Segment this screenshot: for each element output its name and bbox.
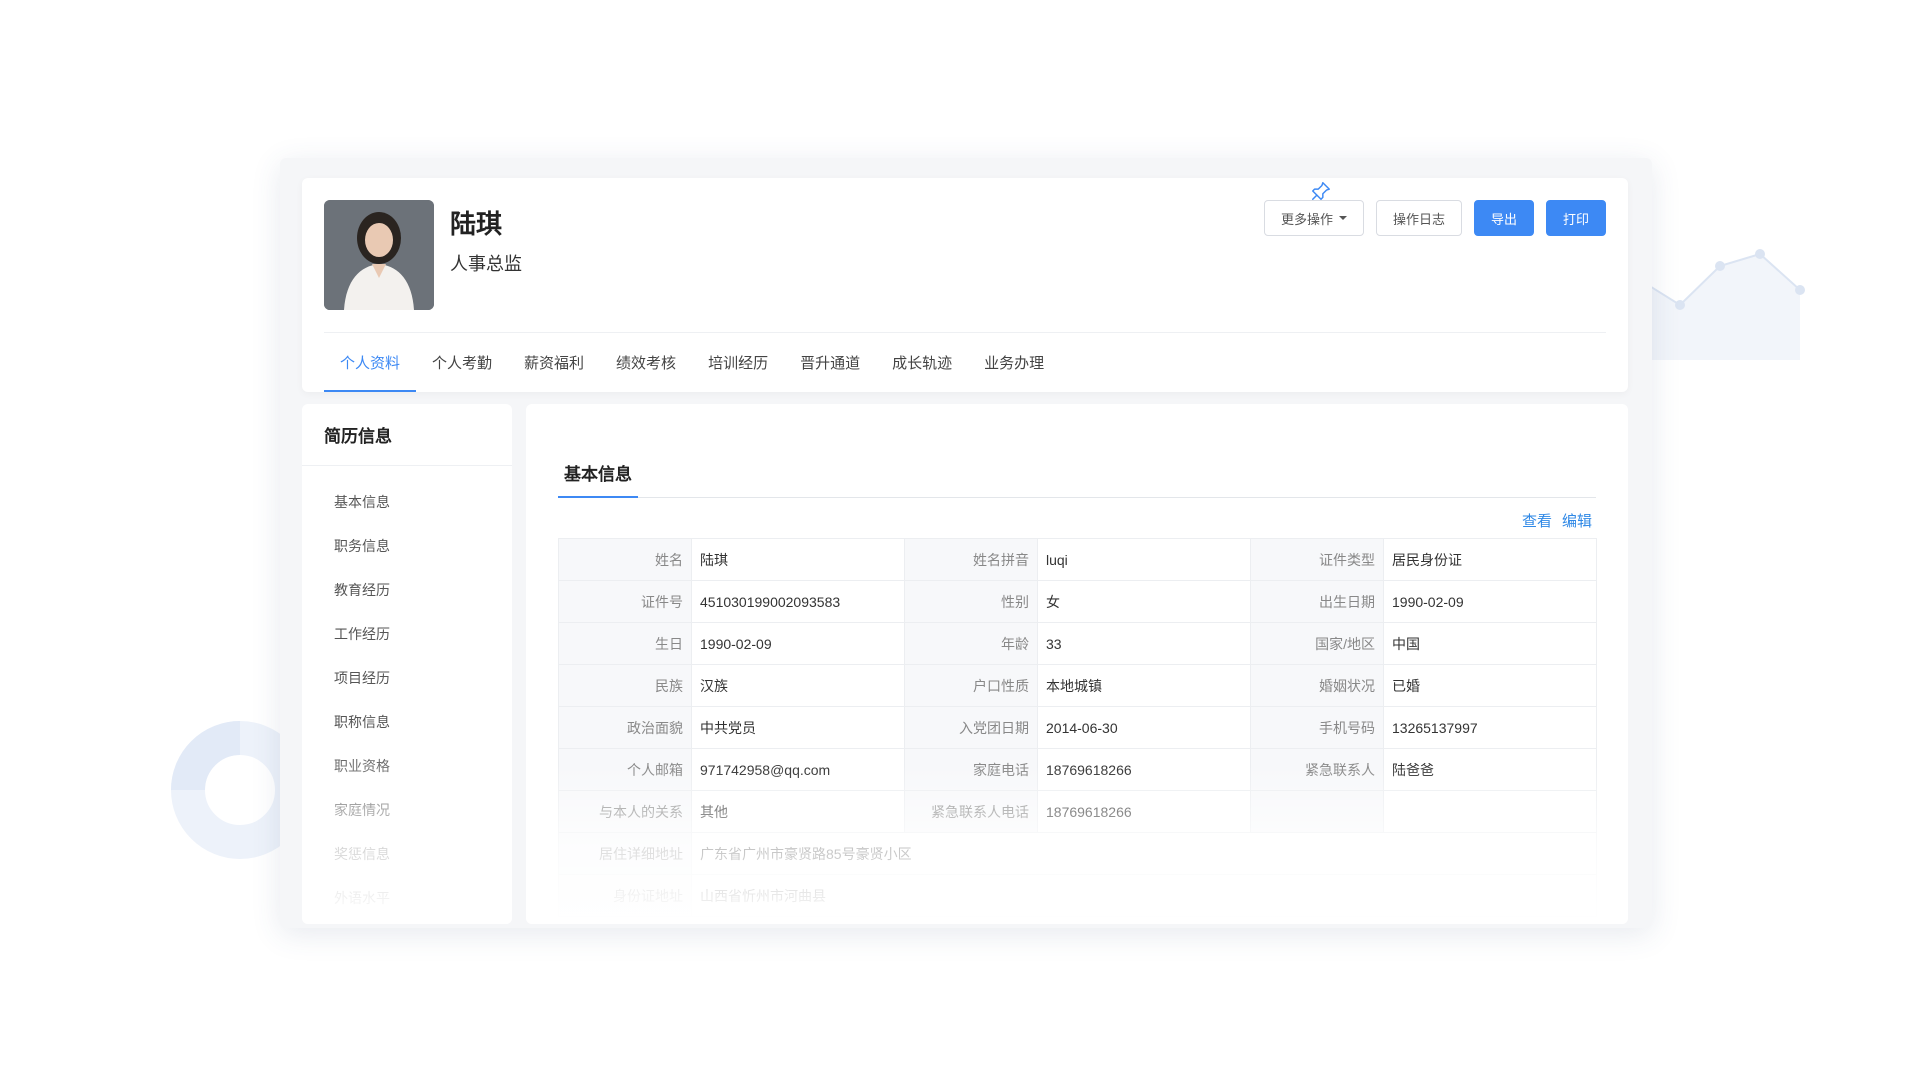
field-value: 中国 bbox=[1383, 622, 1597, 665]
sidebar-list: 基本信息 职务信息 教育经历 工作经历 项目经历 职称信息 职业资格 家庭情况 … bbox=[302, 466, 512, 920]
basic-info-table: 姓名 陆琪 姓名拼音 luqi 证件类型 居民身份证 证件号 4510301990020935… bbox=[558, 538, 1597, 917]
sidebar-item-qualification[interactable]: 职业资格 bbox=[302, 744, 512, 788]
field-value: 18769618266 bbox=[1037, 790, 1251, 833]
field-label: 证件号 bbox=[558, 580, 692, 623]
section-actions: 查看 编辑 bbox=[1522, 510, 1592, 531]
table-row: 身份证地址 山西省忻州市河曲县 bbox=[558, 874, 1597, 917]
field-label: 紧急联系人电话 bbox=[904, 790, 1038, 833]
sidebar-item-professional-title[interactable]: 职称信息 bbox=[302, 700, 512, 744]
field-label: 家庭电话 bbox=[904, 748, 1038, 791]
field-value: 广东省广州市豪贤路85号豪贤小区 bbox=[691, 832, 1597, 875]
field-label: 与本人的关系 bbox=[558, 790, 692, 833]
field-value: 陆爸爸 bbox=[1383, 748, 1597, 791]
table-row: 与本人的关系 其他 紧急联系人电话 18769618266 bbox=[558, 790, 1597, 833]
sidebar-item-rewards[interactable]: 奖惩信息 bbox=[302, 832, 512, 876]
profile-name: 陆琪 bbox=[450, 209, 503, 239]
field-label: 户口性质 bbox=[904, 664, 1038, 707]
table-row: 姓名 陆琪 姓名拼音 luqi 证件类型 居民身份证 bbox=[558, 538, 1597, 581]
field-label: 身份证地址 bbox=[558, 874, 692, 917]
pin-icon[interactable] bbox=[1310, 180, 1332, 202]
sidebar-item-basic-info[interactable]: 基本信息 bbox=[302, 480, 512, 524]
caret-down-icon bbox=[1338, 216, 1347, 220]
field-label bbox=[1250, 790, 1384, 833]
sidebar-item-position-info[interactable]: 职务信息 bbox=[302, 524, 512, 568]
avatar-portrait-icon bbox=[324, 200, 434, 310]
tab-salary-benefits[interactable]: 薪资福利 bbox=[508, 332, 600, 392]
field-value: 13265137997 bbox=[1383, 706, 1597, 749]
field-value: 女 bbox=[1037, 580, 1251, 623]
print-button[interactable]: 打印 bbox=[1545, 200, 1606, 236]
sidebar-item-project-experience[interactable]: 项目经历 bbox=[302, 656, 512, 700]
field-label: 姓名 bbox=[558, 538, 692, 581]
field-label: 证件类型 bbox=[1250, 538, 1384, 581]
toolbar: 更多操作 操作日志 导出 打印 bbox=[1263, 200, 1606, 236]
field-value: 18769618266 bbox=[1037, 748, 1251, 791]
more-actions-label: 更多操作 bbox=[1280, 211, 1333, 227]
field-value: 1990-02-09 bbox=[1383, 580, 1597, 623]
tab-attendance[interactable]: 个人考勤 bbox=[416, 332, 508, 392]
avatar bbox=[324, 200, 434, 310]
field-label: 国家/地区 bbox=[1250, 622, 1384, 665]
field-value: luqi bbox=[1037, 538, 1251, 581]
tab-performance[interactable]: 绩效考核 bbox=[600, 332, 692, 392]
field-value: 已婚 bbox=[1383, 664, 1597, 707]
field-value bbox=[1383, 790, 1597, 833]
basic-info-panel: 基本信息 查看 编辑 姓名 陆琪 姓名拼音 luqi 证件类型 居民身份证 证件号 45103… bbox=[526, 404, 1628, 924]
field-label: 出生日期 bbox=[1250, 580, 1384, 623]
more-actions-button[interactable]: 更多操作 bbox=[1263, 200, 1364, 236]
decorative-line-chart bbox=[1640, 249, 1805, 360]
profile-job-title: 人事总监 bbox=[450, 254, 522, 274]
tab-business[interactable]: 业务办理 bbox=[968, 332, 1060, 392]
sidebar-item-family[interactable]: 家庭情况 bbox=[302, 788, 512, 832]
field-value: 1990-02-09 bbox=[691, 622, 905, 665]
field-label: 姓名拼音 bbox=[904, 538, 1038, 581]
field-label: 手机号码 bbox=[1250, 706, 1384, 749]
field-value: 其他 bbox=[691, 790, 905, 833]
field-value: 本地城镇 bbox=[1037, 664, 1251, 707]
tab-personal-profile[interactable]: 个人资料 bbox=[324, 332, 417, 392]
field-value: 33 bbox=[1037, 622, 1251, 665]
sidebar-item-education[interactable]: 教育经历 bbox=[302, 568, 512, 612]
table-row: 证件号 451030199002093583 性别女出生日期 1990-02-09 bbox=[558, 580, 1597, 623]
field-label: 婚姻状况 bbox=[1250, 664, 1384, 707]
field-label: 居住详细地址 bbox=[558, 832, 692, 875]
field-label: 年龄 bbox=[904, 622, 1038, 665]
field-value: 陆琪 bbox=[691, 538, 905, 581]
section-header: 基本信息 bbox=[558, 448, 1596, 498]
tab-growth-track[interactable]: 成长轨迹 bbox=[876, 332, 968, 392]
field-value: 2014-06-30 bbox=[1037, 706, 1251, 749]
view-link[interactable]: 查看 bbox=[1522, 510, 1552, 531]
sidebar-title: 简历信息 bbox=[302, 404, 512, 466]
field-value: 居民身份证 bbox=[1383, 538, 1597, 581]
sidebar-item-work-experience[interactable]: 工作经历 bbox=[302, 612, 512, 656]
sidebar-item-language[interactable]: 外语水平 bbox=[302, 876, 512, 920]
field-value: 中共党员 bbox=[691, 706, 905, 749]
resume-sidebar: 简历信息 基本信息 职务信息 教育经历 工作经历 项目经历 职称信息 职业资格 … bbox=[302, 404, 512, 924]
tab-promotion[interactable]: 晋升通道 bbox=[784, 332, 876, 392]
operation-log-button[interactable]: 操作日志 bbox=[1375, 200, 1462, 236]
field-label: 民族 bbox=[558, 664, 692, 707]
table-row: 生日 1990-02-09 年龄 33 国家/地区 中国 bbox=[558, 622, 1597, 665]
table-row: 居住详细地址 广东省广州市豪贤路85号豪贤小区 bbox=[558, 832, 1597, 875]
field-value: 451030199002093583 bbox=[691, 580, 905, 623]
table-row: 民族 汉族 户口性质 本地城镇 婚姻状况 已婚 bbox=[558, 664, 1597, 707]
field-label: 紧急联系人 bbox=[1250, 748, 1384, 791]
table-row: 政治面貌 中共党员 入党团日期 2014-06-30 手机号码 13265137997 bbox=[558, 706, 1597, 749]
field-label: 生日 bbox=[558, 622, 692, 665]
export-button[interactable]: 导出 bbox=[1473, 200, 1534, 236]
field-label: 性别 bbox=[904, 580, 1038, 623]
profile-tabs: 个人资料 个人考勤 薪资福利 绩效考核 培训经历 晋升通道 成长轨迹 业务办理 bbox=[324, 332, 1060, 392]
field-value: 山西省忻州市河曲县 bbox=[691, 874, 1597, 917]
field-label: 政治面貌 bbox=[558, 706, 692, 749]
edit-link[interactable]: 编辑 bbox=[1562, 510, 1592, 531]
profile-card: 陆琪 人事总监 更多操作 操作日志 导出 打印 个人资料 个人考勤 薪资福利 绩… bbox=[302, 178, 1628, 392]
table-row: 个人邮箱 971742958@qq.com 家庭电话 18769618266 紧急联系人… bbox=[558, 748, 1597, 791]
field-label: 个人邮箱 bbox=[558, 748, 692, 791]
field-value: 971742958@qq.com bbox=[691, 748, 905, 791]
tab-training[interactable]: 培训经历 bbox=[692, 332, 784, 392]
field-label: 入党团日期 bbox=[904, 706, 1038, 749]
field-value: 汉族 bbox=[691, 664, 905, 707]
section-title: 基本信息 bbox=[558, 448, 638, 498]
